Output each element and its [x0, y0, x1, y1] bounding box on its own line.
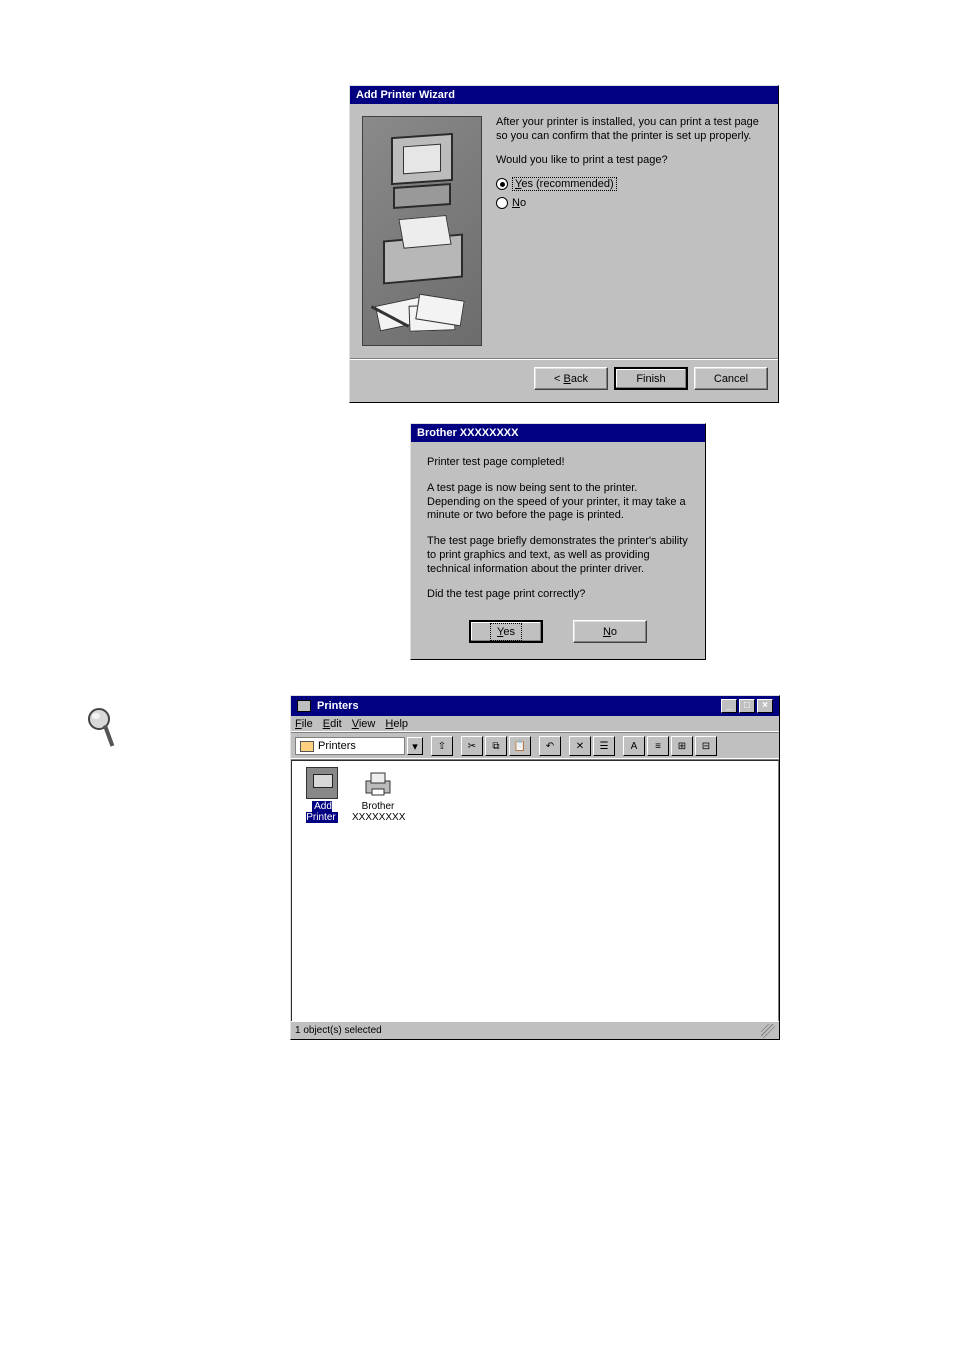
copy-button[interactable]: ⧉	[485, 736, 507, 756]
printers-folder-icon	[297, 700, 311, 712]
undo-button[interactable]: ↶	[539, 736, 561, 756]
no-button[interactable]: No	[573, 620, 647, 643]
wizard-button-row: < Back Finish Cancel	[350, 358, 778, 402]
address-text: Printers	[318, 740, 356, 752]
delete-button[interactable]: ✕	[569, 736, 591, 756]
finish-button[interactable]: Finish	[614, 367, 688, 390]
address-dropdown-arrow[interactable]: ▾	[407, 737, 423, 755]
test-dialog-titlebar: Brother XXXXXXXX	[411, 424, 705, 442]
brother-printer-label: BrotherXXXXXXXX	[352, 801, 405, 823]
radio-no-row[interactable]: No	[496, 197, 766, 209]
view-details-button[interactable]: ⊟	[695, 736, 717, 756]
add-printer-label: Add Printer	[306, 801, 337, 823]
radio-yes-input[interactable]	[496, 178, 508, 190]
cut-button[interactable]: ✂	[461, 736, 483, 756]
monitor-stand-icon	[393, 183, 451, 209]
printers-client-area[interactable]: Add Printer BrotherXXXXXXXX	[291, 760, 779, 1030]
add-printer-item[interactable]: Add Printer	[296, 767, 348, 823]
status-bar: 1 object(s) selected	[291, 1021, 779, 1039]
properties-button[interactable]: ☰	[593, 736, 615, 756]
printer-icon	[383, 234, 463, 285]
radio-yes-label[interactable]: Yes (recommended)	[512, 177, 617, 191]
wizard-title: Add Printer Wizard	[356, 89, 455, 101]
test-dialog-completed-text: Printer test page completed!	[427, 456, 689, 470]
menu-help[interactable]: Help	[385, 718, 408, 730]
menu-view[interactable]: View	[352, 718, 376, 730]
view-list-button[interactable]: ⊞	[671, 736, 693, 756]
printers-title-text: Printers	[317, 700, 359, 712]
wizard-content: After your printer is installed, you can…	[496, 116, 766, 346]
test-dialog-question-text: Did the test page print correctly?	[427, 588, 689, 602]
view-large-icons-button[interactable]: A	[623, 736, 645, 756]
radio-yes-row[interactable]: Yes (recommended)	[496, 177, 766, 191]
resize-grip[interactable]	[761, 1024, 775, 1038]
add-printer-wizard-dialog: Add Printer Wizard After your printer is…	[349, 85, 779, 403]
printers-title-left: Printers	[297, 700, 359, 712]
test-dialog-description-text: The test page briefly demonstrates the p…	[427, 535, 689, 576]
window-controls: _ □ ×	[721, 699, 773, 713]
printers-window: Printers _ □ × File Edit View Help Print…	[290, 695, 780, 1040]
status-text: 1 object(s) selected	[295, 1025, 382, 1036]
menu-file[interactable]: File	[295, 718, 313, 730]
test-dialog-sending-text: A test page is now being sent to the pri…	[427, 482, 689, 523]
wizard-question-text: Would you like to print a test page?	[496, 154, 766, 168]
back-button[interactable]: < Back	[534, 367, 608, 390]
monitor-icon	[391, 133, 453, 185]
wizard-intro-text: After your printer is installed, you can…	[496, 116, 766, 144]
wizard-illustration	[362, 116, 482, 346]
menu-edit[interactable]: Edit	[323, 718, 342, 730]
wizard-titlebar: Add Printer Wizard	[350, 86, 778, 104]
test-page-dialog: Brother XXXXXXXX Printer test page compl…	[410, 423, 706, 660]
wizard-body: After your printer is installed, you can…	[350, 104, 778, 358]
minimize-button[interactable]: _	[721, 699, 737, 713]
radio-no-label[interactable]: No	[512, 197, 526, 209]
test-dialog-buttons: Yes No	[427, 614, 689, 643]
maximize-button[interactable]: □	[739, 699, 755, 713]
brother-printer-item[interactable]: BrotherXXXXXXXX	[352, 767, 404, 823]
address-bar[interactable]: Printers	[295, 737, 405, 755]
yes-button[interactable]: Yes	[469, 620, 543, 643]
view-small-icons-button[interactable]: ≡	[647, 736, 669, 756]
radio-no-input[interactable]	[496, 197, 508, 209]
printer-device-icon	[362, 767, 394, 799]
test-dialog-body: Printer test page completed! A test page…	[411, 442, 705, 659]
menu-bar: File Edit View Help	[291, 716, 779, 733]
toolbar: Printers ▾ ⇧ ✂ ⧉ 📋 ↶ ✕ ☰ A ≡ ⊞ ⊟	[291, 733, 779, 760]
printers-titlebar: Printers _ □ ×	[291, 696, 779, 716]
folder-icon	[300, 741, 314, 752]
test-dialog-title: Brother XXXXXXXX	[417, 427, 519, 439]
close-button[interactable]: ×	[757, 699, 773, 713]
magnifying-glass-icon	[86, 706, 116, 752]
cancel-button[interactable]: Cancel	[694, 367, 768, 390]
add-printer-icon	[306, 767, 338, 799]
paste-button[interactable]: 📋	[509, 736, 531, 756]
up-button[interactable]: ⇧	[431, 736, 453, 756]
